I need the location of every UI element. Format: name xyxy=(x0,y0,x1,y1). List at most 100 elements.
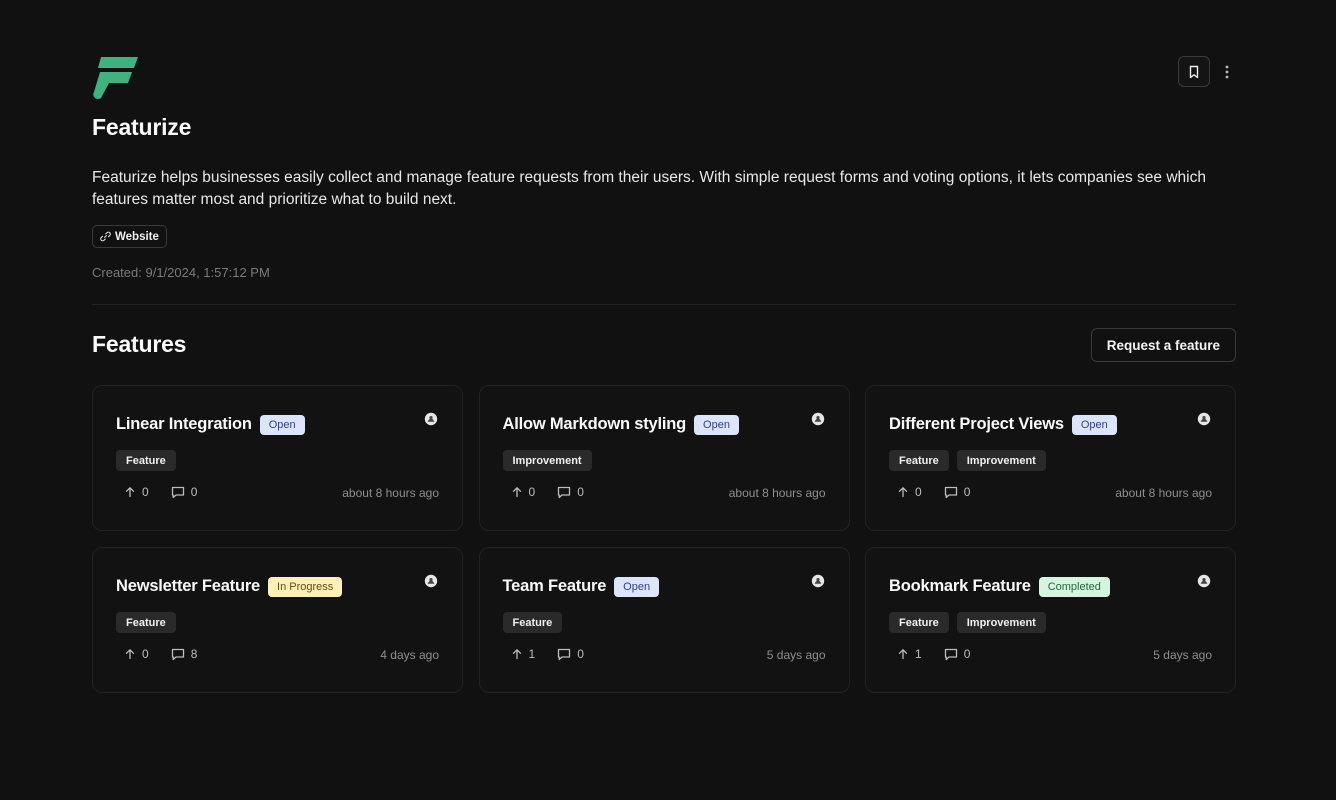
features-header: Features Request a feature xyxy=(92,328,1236,362)
vote-count: 0 xyxy=(915,485,922,499)
comment-count: 0 xyxy=(190,485,198,499)
upvote-button[interactable]: 0 xyxy=(124,647,149,661)
comment-count: 0 xyxy=(963,647,971,661)
feature-title-row: Allow Markdown styling Open xyxy=(503,413,739,435)
comments-count[interactable]: 0 xyxy=(171,485,198,499)
feature-card[interactable]: Allow Markdown styling Open Improvement … xyxy=(478,385,850,531)
vote-count: 0 xyxy=(142,485,149,499)
comment-icon xyxy=(557,486,571,499)
status-badge: In Progress xyxy=(268,577,343,597)
arrow-up-icon xyxy=(124,486,136,498)
comment-icon xyxy=(171,486,185,499)
feature-card[interactable]: Newsletter Feature In Progress Feature 0… xyxy=(92,547,463,693)
website-link-label: Website xyxy=(115,230,159,243)
user-avatar-icon xyxy=(1197,412,1211,426)
arrow-up-icon xyxy=(897,648,909,660)
comment-count: 8 xyxy=(190,647,198,661)
feature-tag: Feature xyxy=(889,612,949,633)
feature-card[interactable]: Different Project Views Open Feature Impr… xyxy=(865,385,1236,531)
comment-count: 0 xyxy=(577,647,584,661)
comments-count[interactable]: 0 xyxy=(557,647,584,661)
feature-tags: Feature xyxy=(502,612,563,633)
feature-tag: Improvement xyxy=(956,450,1046,471)
feature-title: Newsletter Feature xyxy=(116,576,261,595)
status-badge: Completed xyxy=(1038,577,1110,597)
upvote-button[interactable]: 0 xyxy=(897,485,922,499)
section-divider xyxy=(92,304,1236,305)
project-header: Featurize Featurize helps businesses eas… xyxy=(92,0,1236,305)
feature-time: about 8 hours ago xyxy=(1115,486,1212,500)
bookmark-button[interactable] xyxy=(1178,56,1210,87)
feature-time: 5 days ago xyxy=(766,648,826,662)
comment-icon xyxy=(171,648,185,661)
feature-title: Allow Markdown styling xyxy=(502,414,687,433)
vote-count: 0 xyxy=(142,647,149,661)
request-feature-button[interactable]: Request a feature xyxy=(1090,328,1236,362)
link-icon xyxy=(100,231,111,242)
comments-count[interactable]: 0 xyxy=(944,647,971,661)
feature-stats: 0 0 xyxy=(124,485,197,499)
created-timestamp: Created: 9/1/2024, 1:57:12 PM xyxy=(92,265,270,280)
upvote-button[interactable]: 0 xyxy=(124,485,149,499)
feature-tags: Feature Improvement xyxy=(889,450,1046,471)
featurize-logo-icon xyxy=(93,57,138,99)
comment-icon xyxy=(557,648,571,661)
user-avatar-icon xyxy=(424,412,438,426)
feature-title: Linear Integration xyxy=(116,414,252,433)
feature-card[interactable]: Team Feature Open Feature 1 0 5 days ago xyxy=(478,547,850,693)
feature-card[interactable]: Linear Integration Open Feature 0 0 abou… xyxy=(92,385,463,531)
feature-tag: Improvement xyxy=(956,612,1046,633)
feature-title-row: Linear Integration Open xyxy=(116,413,305,435)
comment-count: 0 xyxy=(963,485,971,499)
arrow-up-icon xyxy=(897,486,909,498)
status-badge: Open xyxy=(1071,415,1117,435)
feature-tag: Feature xyxy=(889,450,949,471)
feature-card[interactable]: Bookmark Feature Completed Feature Improv… xyxy=(865,547,1236,693)
upvote-button[interactable]: 0 xyxy=(511,485,536,499)
feature-title: Bookmark Feature xyxy=(889,576,1031,595)
arrow-up-icon xyxy=(511,648,523,660)
status-badge: Open xyxy=(614,577,660,597)
comment-icon xyxy=(944,648,958,661)
vote-count: 0 xyxy=(528,485,536,499)
feature-tag: Improvement xyxy=(502,450,592,471)
top-actions xyxy=(1178,56,1236,87)
comment-count: 0 xyxy=(577,485,584,499)
app-description: Featurize helps businesses easily collec… xyxy=(92,169,1206,208)
comments-count[interactable]: 0 xyxy=(557,485,584,499)
features-grid: Linear Integration Open Feature 0 0 abou… xyxy=(92,385,1236,693)
feature-tag: Feature xyxy=(116,450,176,471)
more-options-button[interactable] xyxy=(1218,56,1236,87)
feature-tag: Feature xyxy=(502,612,563,633)
feature-time: about 8 hours ago xyxy=(342,486,439,500)
status-badge: Open xyxy=(694,415,739,435)
comments-count[interactable]: 8 xyxy=(171,647,198,661)
feature-title: Different Project Views xyxy=(889,414,1064,433)
feature-time: 4 days ago xyxy=(380,648,439,662)
feature-tags: Feature Improvement xyxy=(889,612,1046,633)
vote-count: 1 xyxy=(915,647,922,661)
app-title: Featurize xyxy=(92,114,192,140)
website-link[interactable]: Website xyxy=(92,225,167,248)
user-avatar-icon xyxy=(1197,574,1211,588)
upvote-button[interactable]: 1 xyxy=(897,647,922,661)
feature-title-row: Different Project Views Open xyxy=(889,413,1117,435)
upvote-button[interactable]: 1 xyxy=(511,647,535,661)
feature-tags: Feature xyxy=(116,612,176,633)
feature-tags: Improvement xyxy=(502,450,592,471)
feature-title: Team Feature xyxy=(502,576,607,595)
feature-stats: 0 0 xyxy=(897,485,970,499)
arrow-up-icon xyxy=(124,648,136,660)
project-page: Featurize Featurize helps businesses eas… xyxy=(92,0,1236,693)
feature-title-row: Bookmark Feature Completed xyxy=(889,575,1110,597)
user-avatar-icon xyxy=(811,574,825,588)
feature-title-row: Newsletter Feature In Progress xyxy=(116,575,343,597)
feature-time: about 8 hours ago xyxy=(728,486,826,500)
feature-time: 5 days ago xyxy=(1153,648,1212,662)
comment-icon xyxy=(944,486,958,499)
status-badge: Open xyxy=(259,415,305,435)
feature-stats: 1 0 xyxy=(511,647,584,661)
comments-count[interactable]: 0 xyxy=(944,485,971,499)
user-avatar-icon xyxy=(811,412,825,426)
feature-tags: Feature xyxy=(116,450,176,471)
